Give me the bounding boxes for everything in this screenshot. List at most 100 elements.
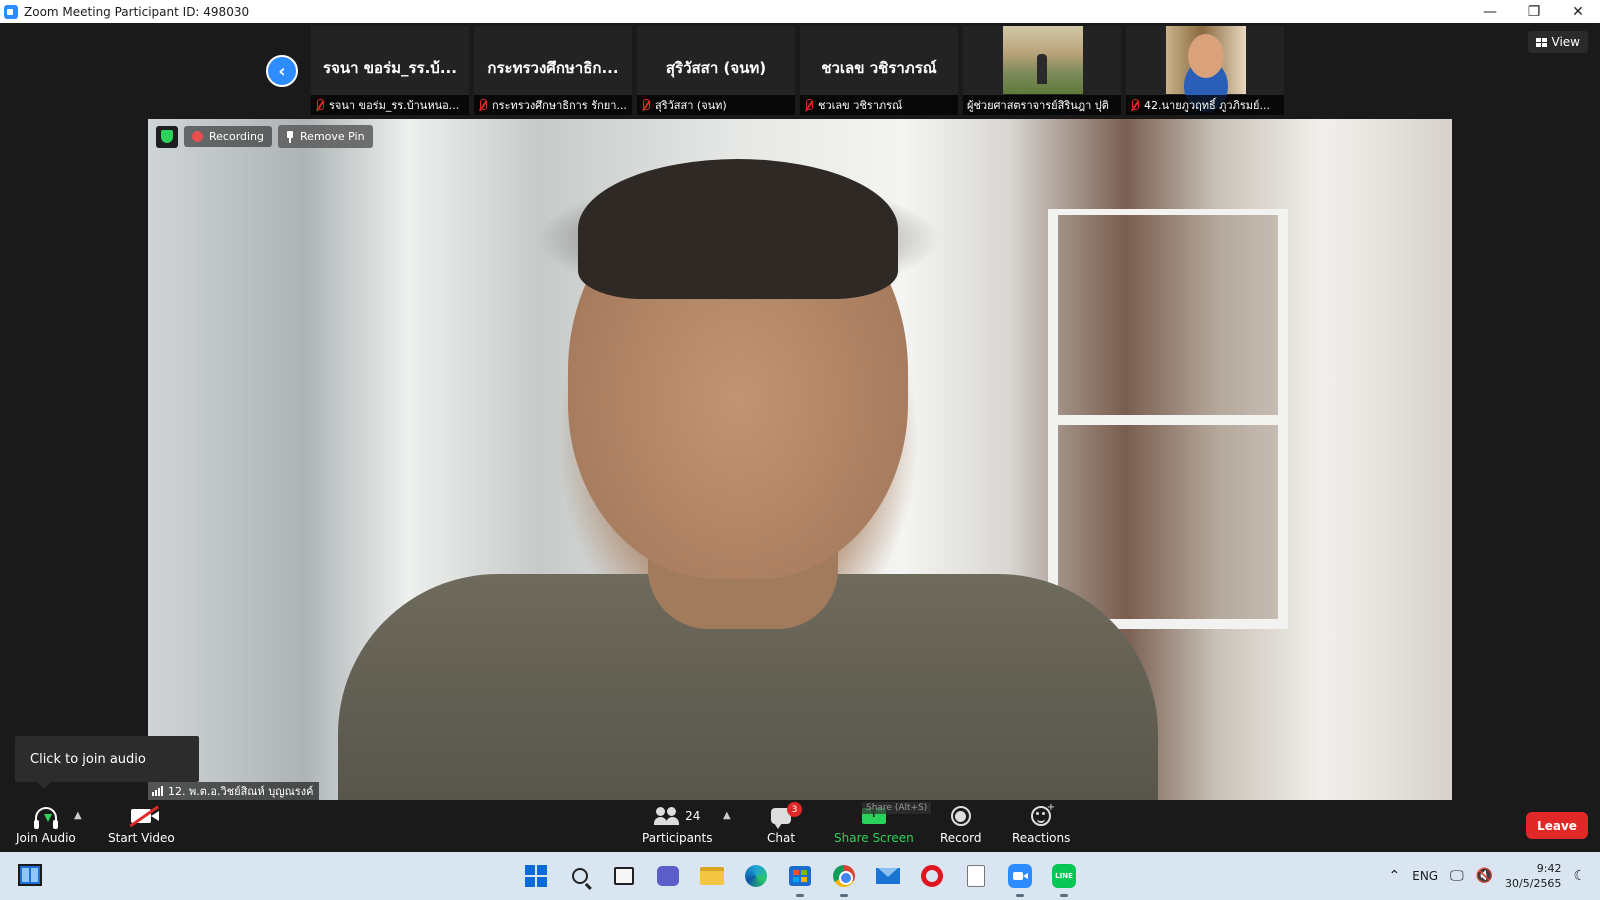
teams-icon <box>657 866 679 886</box>
participant-display-name: รจนา ขอร่ม_รร.บ้... <box>323 59 457 77</box>
focus-assist-icon[interactable]: ☾ <box>1573 868 1586 884</box>
participant-label: กระทรวงศึกษาธิการ รักยา... <box>492 99 627 112</box>
view-button[interactable]: View <box>1527 31 1588 53</box>
participants-count: 24 <box>685 809 701 823</box>
search-button[interactable] <box>566 862 594 890</box>
participant-tile[interactable]: 42.นายภูวฤทธิ์ ภูวภิรมย์... <box>1126 26 1284 115</box>
teams-chat-button[interactable] <box>654 862 682 890</box>
remove-pin-button[interactable]: Remove Pin <box>278 125 373 148</box>
start-video-label: Start Video <box>108 831 175 845</box>
mail-icon <box>876 868 900 884</box>
participant-label: รจนา ขอร่ม_รร.บ้านหนอ... <box>329 99 460 112</box>
speaker-hair <box>578 159 898 299</box>
edge-button[interactable] <box>742 862 770 890</box>
muted-mic-icon <box>804 98 813 112</box>
store-button[interactable] <box>786 862 814 897</box>
close-button[interactable]: ✕ <box>1556 0 1600 23</box>
title-bar: Zoom Meeting Participant ID: 498030 — ❐ … <box>0 0 1600 23</box>
join-audio-tooltip: Click to join audio <box>15 736 199 789</box>
restore-button[interactable]: ❐ <box>1512 0 1556 23</box>
task-view-button[interactable] <box>610 862 638 890</box>
previous-page-button[interactable]: ‹ <box>266 55 298 87</box>
zoom-taskbar-button[interactable] <box>1006 862 1034 897</box>
record-dot-icon <box>192 131 203 142</box>
remove-pin-label: Remove Pin <box>300 130 365 143</box>
thumbnail-strip: ‹ รจนา ขอร่ม_รร.บ้... รจนา ขอร่ม_รร.บ้าน… <box>0 23 1600 118</box>
start-button[interactable] <box>522 862 550 890</box>
chat-button[interactable]: 3 Chat <box>767 802 803 845</box>
clock[interactable]: 9:42 30/5/2565 <box>1505 861 1561 891</box>
participants-options-caret-icon[interactable]: ▲ <box>723 810 731 821</box>
share-screen-label: Share Screen <box>834 831 914 845</box>
reactions-label: Reactions <box>1012 831 1071 845</box>
taskbar-apps: LINE <box>522 852 1078 900</box>
participant-display-name: สุริวัสสา (จนท) <box>665 59 767 77</box>
speaker-name-tag: 12. พ.ต.อ.วิชย์สิณห์ บุญณรงค์ <box>148 782 320 800</box>
participant-label: ผู้ช่วยศาสตราจารย์สิรินฎา ปุติ <box>967 99 1109 112</box>
file-explorer-button[interactable] <box>698 862 726 890</box>
recording-indicator[interactable]: Recording <box>184 126 273 147</box>
store-icon <box>789 866 811 886</box>
windows-taskbar: LINE ⌃ ENG 🖵 🔇 9:42 30/5/2565 ☾ <box>0 852 1600 900</box>
edge-icon <box>745 865 767 887</box>
record-button[interactable]: Record <box>940 804 981 845</box>
audio-options-caret-icon[interactable]: ▲ <box>74 810 82 821</box>
chat-icon: 3 <box>771 802 803 829</box>
encryption-shield-icon[interactable] <box>156 125 178 148</box>
participant-display-name: กระทรวงศึกษาธิก... <box>487 59 619 77</box>
participant-tile[interactable]: สุริวัสสา (จนท) สุริวัสสา (จนท) <box>637 26 795 115</box>
participant-tile[interactable]: กระทรวงศึกษาธิก... กระทรวงศึกษาธิการ รัก… <box>474 26 632 115</box>
opera-icon <box>921 865 943 887</box>
main-speaker-video[interactable] <box>148 119 1452 800</box>
participant-tile[interactable]: รจนา ขอร่ม_รร.บ้... รจนา ขอร่ม_รร.บ้านหน… <box>311 26 469 115</box>
start-video-button[interactable]: Start Video <box>108 804 175 845</box>
file-icon <box>967 865 985 887</box>
show-hidden-icons-icon[interactable]: ⌃ <box>1389 868 1401 884</box>
speaker-name: 12. พ.ต.อ.วิชย์สิณห์ บุญณรงค์ <box>168 785 314 798</box>
grid-view-icon <box>1535 37 1547 47</box>
reactions-button[interactable]: + Reactions <box>1012 802 1071 845</box>
video-overlay-controls: Recording Remove Pin <box>156 125 373 148</box>
view-label: View <box>1551 35 1580 49</box>
leave-button[interactable]: Leave <box>1526 812 1588 839</box>
system-tray: ⌃ ENG 🖵 🔇 9:42 30/5/2565 ☾ <box>1389 852 1600 900</box>
pin-icon <box>286 130 294 143</box>
share-shortcut-tooltip: Share (Alt+S) <box>862 802 932 814</box>
participant-label: ชวเลข วชิราภรณ์ <box>818 99 903 112</box>
participant-tile[interactable]: ผู้ช่วยศาสตราจารย์สิรินฎา ปุติ <box>963 26 1121 115</box>
widgets-icon[interactable] <box>18 864 42 886</box>
recording-label: Recording <box>209 130 265 143</box>
record-icon <box>950 806 971 826</box>
volume-icon[interactable]: 🔇 <box>1476 868 1493 884</box>
participant-video <box>1166 26 1246 94</box>
opera-button[interactable] <box>918 862 946 890</box>
participants-button[interactable]: 24 Participants <box>642 804 713 845</box>
language-indicator[interactable]: ENG <box>1412 869 1438 883</box>
participant-display-name: ชวเลข วชิราภรณ์ <box>821 59 937 77</box>
record-label: Record <box>940 831 982 845</box>
join-audio-button[interactable]: Join Audio <box>16 804 76 845</box>
line-button[interactable]: LINE <box>1050 862 1078 897</box>
task-view-icon <box>614 867 634 885</box>
mail-button[interactable] <box>874 862 902 890</box>
network-icon[interactable]: 🖵 <box>1450 868 1464 884</box>
search-icon <box>572 868 588 884</box>
join-audio-label: Join Audio <box>16 831 76 845</box>
chrome-button[interactable] <box>830 862 858 897</box>
line-icon: LINE <box>1052 864 1076 888</box>
notepad-button[interactable] <box>962 862 990 890</box>
participant-tile[interactable]: ชวเลข วชิราภรณ์ ชวเลข วชิราภรณ์ <box>800 26 958 115</box>
headphone-icon <box>33 807 58 829</box>
meeting-toolbar: Join Audio ▲ Start Video 24 Participants… <box>0 800 1600 852</box>
chrome-icon <box>833 865 855 887</box>
clock-time: 9:42 <box>1536 862 1562 875</box>
chat-label: Chat <box>767 831 796 845</box>
chevron-left-icon: ‹ <box>278 60 286 82</box>
window-title: Zoom Meeting Participant ID: 498030 <box>24 4 250 19</box>
muted-mic-icon <box>478 98 487 112</box>
participant-label: 42.นายภูวฤทธิ์ ภูวภิรมย์... <box>1144 99 1270 112</box>
participant-video <box>1003 26 1083 94</box>
zoom-icon <box>1008 864 1032 888</box>
minimize-button[interactable]: — <box>1468 0 1512 23</box>
clock-date: 30/5/2565 <box>1505 877 1562 890</box>
